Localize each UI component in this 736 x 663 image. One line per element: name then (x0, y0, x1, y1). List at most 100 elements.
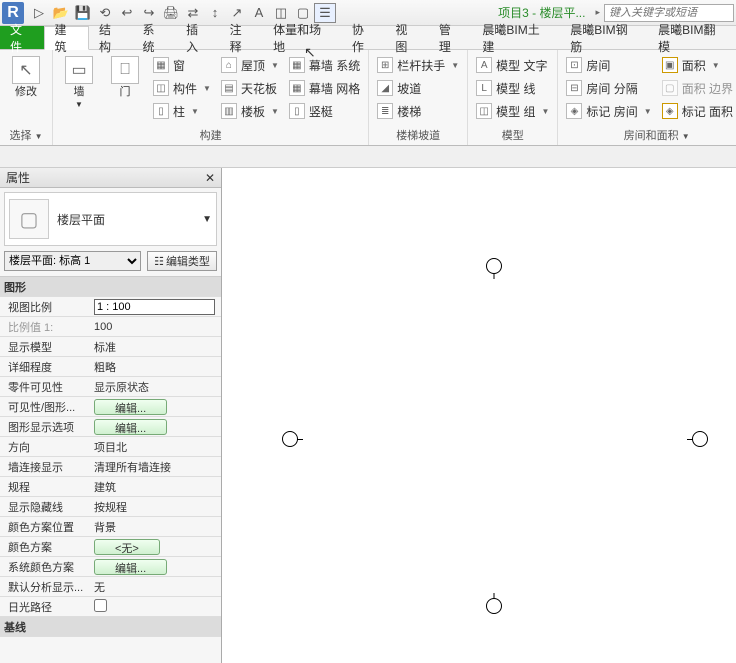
stair-button[interactable]: ≣楼梯 (373, 100, 463, 122)
railing-button[interactable]: ⊞栏杆扶手▼ (373, 54, 463, 76)
door-button[interactable]: ⎕ 门 (103, 52, 147, 126)
elevation-marker-east[interactable] (692, 431, 708, 447)
prop-row: 墙连接显示清理所有墙连接 (0, 457, 221, 477)
qat-align-icon[interactable]: ↗ (226, 3, 248, 23)
modify-button[interactable]: ↖ 修改 (4, 52, 48, 126)
tab-systems[interactable]: 系统 (133, 26, 177, 49)
area-bound-icon: ▢ (662, 80, 678, 96)
elevation-marker-north[interactable] (486, 258, 502, 274)
area-button[interactable]: ▣面积▼ (658, 54, 736, 76)
prop-edit-button[interactable]: 编辑... (94, 419, 167, 435)
prop-value[interactable] (90, 599, 221, 615)
qat-redo-icon[interactable]: ↪ (138, 3, 160, 23)
column-icon: ▯ (153, 103, 169, 119)
prop-value[interactable] (90, 299, 221, 315)
qat-text-icon[interactable]: A (248, 3, 270, 23)
prop-value[interactable]: 无 (90, 579, 221, 595)
drawing-canvas[interactable] (222, 168, 736, 663)
prop-key: 比例值 1: (0, 319, 90, 335)
ramp-button[interactable]: ◢坡道 (373, 77, 463, 99)
room-sep-button[interactable]: ⊟房间 分隔 (562, 77, 655, 99)
prop-value[interactable]: 编辑... (90, 399, 221, 415)
tab-insert[interactable]: 插入 (176, 26, 220, 49)
window-button[interactable]: ▦窗 (149, 54, 215, 76)
prop-edit-button[interactable]: 编辑... (94, 399, 167, 415)
qat-panel-icon[interactable]: ☰ (314, 3, 336, 23)
column-button[interactable]: ▯柱▼ (149, 100, 215, 122)
type-name: 楼层平面 (57, 211, 105, 228)
tab-manage[interactable]: 管理 (429, 26, 473, 49)
prop-checkbox[interactable] (94, 599, 107, 612)
elevation-marker-west[interactable] (282, 431, 298, 447)
tab-collaborate[interactable]: 协作 (342, 26, 386, 49)
prop-value[interactable]: 显示原状态 (90, 379, 221, 395)
qat-undo-icon[interactable]: ↩ (116, 3, 138, 23)
model-group-button[interactable]: ◫模型 组▼ (472, 100, 553, 122)
ceiling-button[interactable]: ▤天花板 (217, 77, 283, 99)
doc-dropdown-icon[interactable]: ▸ (595, 7, 600, 18)
tag-room-icon: ◈ (566, 103, 582, 119)
roof-button[interactable]: ⌂屋顶▼ (217, 54, 283, 76)
component-icon: ◫ (153, 80, 169, 96)
close-icon[interactable]: ✕ (205, 171, 215, 185)
tab-bim-rebar[interactable]: 晨曦BIM钢筋 (560, 26, 648, 49)
qat-print-icon[interactable]: 🖨 (160, 3, 182, 23)
qat-3d-icon[interactable]: ◫ (270, 3, 292, 23)
tab-bim-model[interactable]: 晨曦BIM翻模 (648, 26, 736, 49)
area-bound-button[interactable]: ▢面积 边界 (658, 77, 736, 99)
prop-edit-button[interactable]: <无> (94, 539, 160, 555)
model-line-button[interactable]: L模型 线 (472, 77, 553, 99)
tag-room-button[interactable]: ◈标记 房间▼ (562, 100, 655, 122)
prop-input[interactable] (94, 299, 215, 315)
cursor-icon: ↖ (12, 56, 40, 84)
instance-selector[interactable]: 楼层平面: 标高 1 (4, 251, 141, 271)
wall-button[interactable]: ▭ 墙▼ (57, 52, 101, 126)
prop-value[interactable]: 清理所有墙连接 (90, 459, 221, 475)
prop-value[interactable]: 项目北 (90, 439, 221, 455)
tab-bim-arch[interactable]: 晨曦BIM土建 (472, 26, 560, 49)
model-text-button[interactable]: A模型 文字 (472, 54, 553, 76)
prop-value[interactable]: 标准 (90, 339, 221, 355)
tab-architecture[interactable]: 建筑 (44, 26, 90, 50)
elevation-marker-south[interactable] (486, 598, 502, 614)
type-selector[interactable]: ▢ 楼层平面 ▼ (4, 192, 217, 246)
prop-value[interactable]: 建筑 (90, 479, 221, 495)
prop-value[interactable]: 编辑... (90, 559, 221, 575)
ribbon: ↖ 修改 选择 ▼ ▭ 墙▼ ⎕ 门 ▦窗 ◫构件▼ ▯柱▼ ⌂屋顶▼ ▤天花板 (0, 50, 736, 146)
type-dropdown-icon[interactable]: ▼ (202, 214, 212, 225)
tab-massing[interactable]: 体量和场地 (263, 26, 342, 49)
prop-value[interactable]: 100 (90, 321, 221, 333)
curtain-system-button[interactable]: ▦幕墙 系统 (285, 54, 364, 76)
prop-edit-button[interactable]: 编辑... (94, 559, 167, 575)
tab-structure[interactable]: 结构 (89, 26, 133, 49)
prop-value[interactable]: 按规程 (90, 499, 221, 515)
prop-value[interactable]: 编辑... (90, 419, 221, 435)
component-button[interactable]: ◫构件▼ (149, 77, 215, 99)
tab-annotate[interactable]: 注释 (220, 26, 264, 49)
qat-dim-icon[interactable]: ↕ (204, 3, 226, 23)
prop-value[interactable]: <无> (90, 539, 221, 555)
qat-sync-icon[interactable]: ⟲ (94, 3, 116, 23)
edit-type-icon: ☷ (154, 255, 164, 268)
prop-value[interactable]: 粗略 (90, 359, 221, 375)
qat-open2-icon[interactable]: 📂 (50, 3, 72, 23)
floor-button[interactable]: ▥楼板▼ (217, 100, 283, 122)
curtain-grid-button[interactable]: ▦幕墙 网格 (285, 77, 364, 99)
help-search-input[interactable] (604, 4, 734, 22)
prop-key: 墙连接显示 (0, 459, 90, 475)
tab-view[interactable]: 视图 (385, 26, 429, 49)
edit-type-button[interactable]: ☷编辑类型 (147, 251, 217, 271)
prop-value[interactable]: 背景 (90, 519, 221, 535)
tab-file[interactable]: 文件 (0, 26, 44, 49)
qat-save-icon[interactable]: 💾 (72, 3, 94, 23)
qat-measure-icon[interactable]: ⇄ (182, 3, 204, 23)
stair-icon: ≣ (377, 103, 393, 119)
tag-area-button[interactable]: ◈标记 面积▼ (658, 100, 736, 122)
prop-row: 比例值 1:100 (0, 317, 221, 337)
room-button[interactable]: ⊡房间 (562, 54, 655, 76)
qat-open-icon[interactable]: ▷ (28, 3, 50, 23)
qat-section-icon[interactable]: ▢ (292, 3, 314, 23)
prop-key: 详细程度 (0, 359, 90, 375)
mullion-button[interactable]: ▯竖梃 (285, 100, 364, 122)
ceiling-icon: ▤ (221, 80, 237, 96)
